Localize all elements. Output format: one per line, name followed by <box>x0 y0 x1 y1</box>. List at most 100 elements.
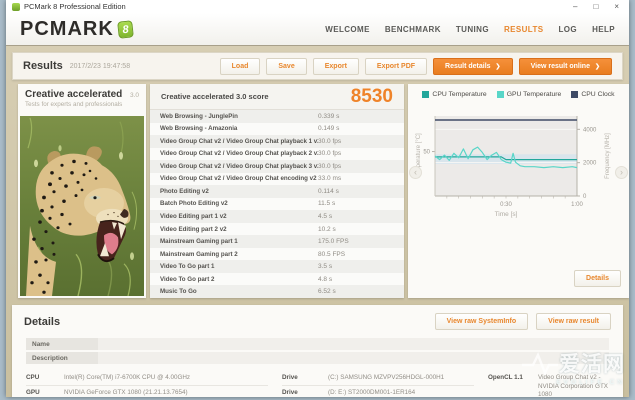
chart-prev-button[interactable]: ‹ <box>409 166 422 179</box>
test-result-row: Video Group Chat v2 / Video Group Chat p… <box>150 160 404 173</box>
pcmark-logo-text: PCMARK <box>20 17 114 40</box>
test-value: 30.0 fps <box>318 150 342 158</box>
nav-item-results[interactable]: RESULTS <box>504 25 544 34</box>
score-value: 8530 <box>350 85 393 107</box>
spec-label: OpenCL 1.1 <box>488 374 523 381</box>
test-value: 175.0 FPS <box>318 238 349 246</box>
test-value: 3.5 s <box>318 263 333 271</box>
right-axis-label: Frequency [MHz] <box>605 133 611 179</box>
test-value: 0.339 s <box>318 112 340 120</box>
nav-menu: WELCOME BENCHMARK TUNING RESULTS LOG HELP <box>325 25 615 34</box>
minimize-icon[interactable]: – <box>573 2 577 11</box>
legend-label: CPU Temperature <box>432 91 487 98</box>
view-result-online-button[interactable]: View result online ❯ <box>518 57 612 75</box>
export-button[interactable]: Export <box>312 57 359 75</box>
left-tick-label: 50 <box>423 150 430 156</box>
chevron-right-icon: ❯ <box>495 63 501 70</box>
view-raw-systeminfo-button[interactable]: View raw SystemInfo <box>434 313 529 330</box>
x-tick-label: 1:00 <box>571 202 583 208</box>
test-result-row: Photo Editing v2 0.114 s <box>150 185 404 198</box>
test-name: Mainstream Gaming part 2 <box>160 250 238 258</box>
export-pdf-button[interactable]: Export PDF <box>364 57 428 75</box>
test-value: 10.2 s <box>318 225 336 233</box>
spec-label: Drive <box>282 388 298 396</box>
details-fields: Name Description <box>12 336 623 364</box>
field-row-name: Name <box>26 338 609 350</box>
spec-label: Drive <box>282 374 298 381</box>
test-name: Music To Go <box>160 288 197 296</box>
system-specs: CPU Intel(R) Core(TM) i7-6700K CPU @ 4.00… <box>12 366 623 397</box>
chevron-right-icon: ❯ <box>594 63 600 70</box>
maximize-icon[interactable]: □ <box>593 2 598 11</box>
spec-row: Drive (D: E:) ST2000DM001-1ER164 <box>282 386 474 398</box>
test-name: Video To Go part 1 <box>160 263 215 271</box>
test-value: 80.5 FPS <box>318 250 346 258</box>
button-label: View result online <box>530 62 590 70</box>
test-value: 4.5 s <box>318 213 333 221</box>
test-result-row: Web Browsing - JunglePin 0.339 s <box>150 110 404 123</box>
field-value[interactable] <box>98 338 609 350</box>
results-header-buttons: Load Save Export Export PDF Result details ❯ V… <box>219 57 612 75</box>
test-results-table: Web Browsing - JunglePin 0.339 s Web Brows… <box>150 110 404 298</box>
close-icon[interactable]: × <box>614 2 619 11</box>
monitoring-chart-panel: CPU Temperature GPU Temperature CPU Clock … <box>408 84 629 298</box>
test-name: Web Browsing - JunglePin <box>160 112 238 120</box>
app-icon <box>12 2 20 11</box>
nav-item-log[interactable]: LOG <box>559 25 578 34</box>
legend-item-cpu-clock: CPU Clock <box>571 91 615 98</box>
test-value: 30.0 fps <box>318 137 342 145</box>
test-name: Video Group Chat v2 / Video Group Chat p… <box>160 137 318 145</box>
test-name: Video Group Chat v2 / Video Group Chat p… <box>160 150 318 158</box>
spec-row: OpenCL 1.1 Video Group Chat v2 - NVIDIA C… <box>488 371 609 397</box>
test-value: 0.114 s <box>318 187 339 195</box>
test-value: 6.52 s <box>318 288 336 296</box>
button-label: Result details <box>445 62 491 70</box>
test-name: Video Editing part 2 v2 <box>160 225 227 233</box>
field-label: Name <box>26 338 98 350</box>
load-button[interactable]: Load <box>219 57 261 75</box>
test-result-row: Video To Go part 1 3.5 s <box>150 260 404 273</box>
results-header-bar: Results 2017/2/23 19:47:58 Load Save Expor… <box>12 52 623 80</box>
test-result-row: Web Browsing - Amazonia 0.149 s <box>150 122 404 136</box>
test-name: Mainstream Gaming part 1 <box>160 238 238 246</box>
test-result-row: Video Group Chat v2 / Video Group Chat p… <box>150 135 404 148</box>
window-title: PCMark 8 Professional Edition <box>24 2 126 11</box>
nav-item-tuning[interactable]: TUNING <box>456 25 489 34</box>
spec-label: CPU <box>26 374 40 381</box>
test-result-row: Video Group Chat v2 / Video Group Chat p… <box>150 147 404 161</box>
details-title: Details <box>24 315 61 328</box>
score-header-label: Creative accelerated 3.0 score <box>161 92 269 101</box>
benchmark-version: 3.0 <box>129 92 139 99</box>
view-raw-result-button[interactable]: View raw result <box>536 313 611 330</box>
pcmark-logo: PCMARK 8 <box>20 17 134 41</box>
test-name: Video Group Chat v2 / Video Group Chat p… <box>160 162 318 170</box>
test-result-row: Video To Go part 2 4.8 s <box>150 272 404 286</box>
legend-swatch-icon <box>422 91 430 98</box>
field-row-description: Description <box>26 352 609 364</box>
save-button[interactable]: Save <box>266 57 307 75</box>
leopard-image <box>20 116 144 296</box>
nav-item-benchmark[interactable]: BENCHMARK <box>385 25 441 34</box>
spec-label: GPU <box>26 388 40 396</box>
right-tick-label: 2000 <box>583 161 597 167</box>
field-value[interactable] <box>98 352 609 364</box>
chart-details-button[interactable]: Details <box>574 270 621 287</box>
test-name: Web Browsing - Amazonia <box>160 125 238 133</box>
x-tick-label: 0:30 <box>500 202 512 208</box>
test-value: 0.149 s <box>318 125 340 133</box>
test-result-row: Mainstream Gaming part 1 175.0 FPS <box>150 235 404 248</box>
nav-item-help[interactable]: HELP <box>592 25 615 34</box>
chart-next-button[interactable]: › <box>615 166 628 179</box>
test-result-row: Batch Photo Editing v2 11.5 s <box>150 197 404 211</box>
test-name: Video To Go part 2 <box>160 275 215 283</box>
right-tick-label: 4000 <box>583 127 597 133</box>
results-title: Results <box>23 60 63 72</box>
details-panel: Details View raw SystemInfo View raw res… <box>12 305 623 397</box>
test-result-row: Mainstream Gaming part 2 80.5 FPS <box>150 247 404 261</box>
legend-swatch-icon <box>496 91 504 98</box>
pcmark-8-badge-icon: 8 <box>116 19 134 39</box>
chart-legend: CPU Temperature GPU Temperature CPU Clock <box>408 84 629 98</box>
result-details-button[interactable]: Result details ❯ <box>433 57 513 75</box>
nav-item-welcome[interactable]: WELCOME <box>325 25 370 34</box>
right-tick-label: 0 <box>583 194 587 200</box>
